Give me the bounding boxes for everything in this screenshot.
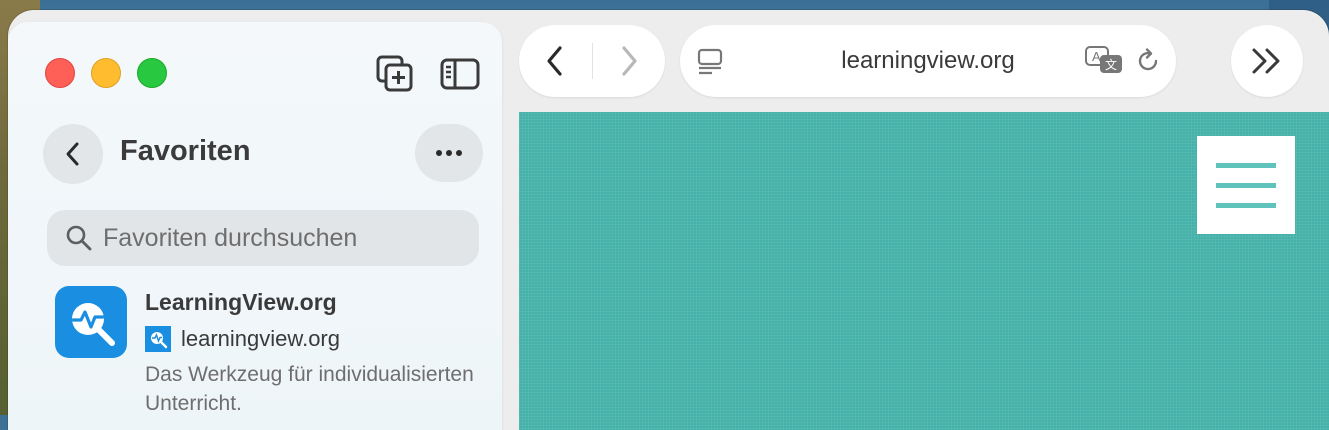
hamburger-menu-button[interactable] xyxy=(1197,136,1295,234)
hamburger-line xyxy=(1216,182,1276,188)
web-page-content xyxy=(519,112,1329,430)
sidebar-title: Favoriten xyxy=(120,135,251,167)
minimize-window-button[interactable] xyxy=(91,58,121,88)
sidebar-more-button[interactable] xyxy=(415,124,483,182)
favorite-description: Das Werkzeug für individualisierten Unte… xyxy=(145,363,474,415)
close-window-button[interactable] xyxy=(45,58,75,88)
hamburger-line xyxy=(1216,162,1276,168)
favicon-icon xyxy=(145,326,171,352)
toolbar-overflow-button[interactable] xyxy=(1231,25,1303,97)
new-tab-icon xyxy=(376,55,413,92)
navigation-buttons xyxy=(519,25,665,97)
search-icon xyxy=(66,225,92,251)
favorite-item[interactable]: LearningView.org learningview.org Das We… xyxy=(55,286,485,426)
favorite-domain: learningview.org xyxy=(181,326,340,351)
double-chevron-right-icon xyxy=(1252,48,1280,74)
chevron-right-icon xyxy=(622,46,637,76)
hamburger-line xyxy=(1216,202,1276,208)
favorite-title: LearningView.org xyxy=(145,289,337,315)
new-tab-button[interactable] xyxy=(375,54,415,94)
back-button[interactable] xyxy=(537,43,573,79)
nav-divider xyxy=(592,43,593,79)
chevron-left-icon xyxy=(547,46,562,76)
ellipsis-icon xyxy=(436,150,462,156)
svg-text:文: 文 xyxy=(1105,57,1117,72)
sidebar-toggle-icon xyxy=(440,58,480,90)
sidebar-back-button[interactable] xyxy=(43,124,103,184)
zoom-window-button[interactable] xyxy=(137,58,167,88)
learningview-logo-icon xyxy=(55,286,127,358)
address-bar[interactable]: learningview.org A 文 xyxy=(680,25,1176,97)
favorites-search[interactable] xyxy=(47,210,479,266)
browser-window: Favoriten LearningView xyxy=(8,10,1329,430)
search-input[interactable] xyxy=(101,222,465,254)
sidebar-toggle-button[interactable] xyxy=(440,56,480,92)
sidebar: Favoriten LearningView xyxy=(8,22,502,430)
chevron-left-icon xyxy=(66,142,79,166)
forward-button[interactable] xyxy=(611,43,647,79)
translate-icon[interactable]: A 文 xyxy=(1084,45,1124,75)
reload-icon[interactable] xyxy=(1134,47,1162,75)
svg-text:A: A xyxy=(1092,49,1101,64)
